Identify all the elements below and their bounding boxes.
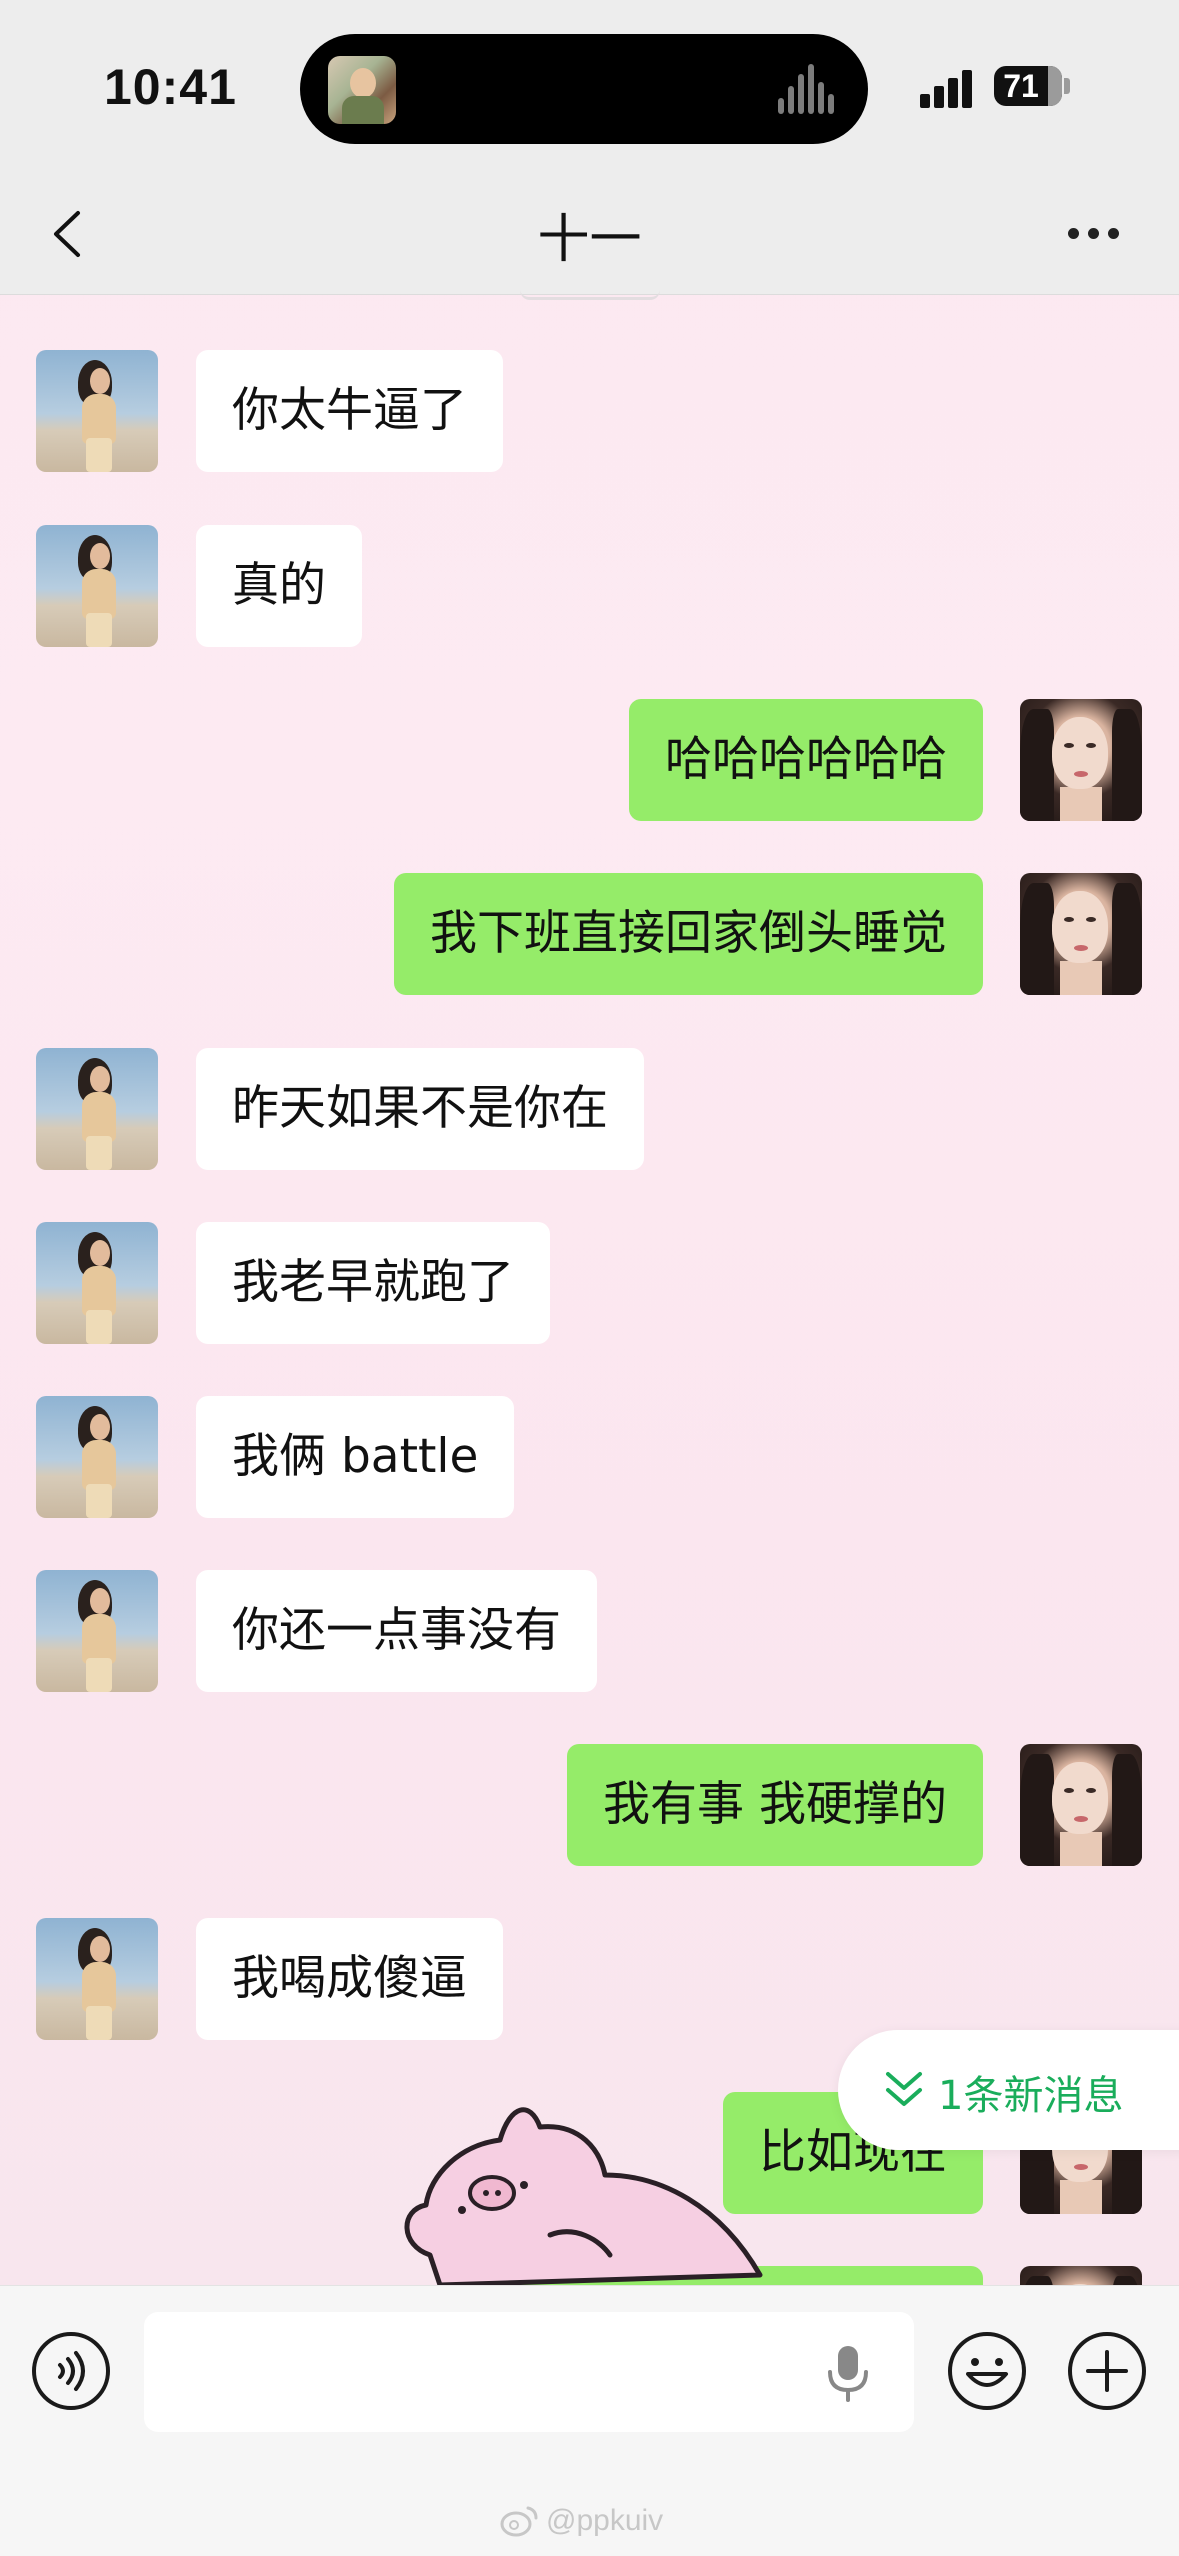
message-row: 我有事 我硬撑的: [0, 1744, 1179, 1868]
battery-icon: 71: [994, 66, 1062, 106]
emoji-icon[interactable]: [946, 2330, 1028, 2412]
received-message-bubble[interactable]: 昨天如果不是你在: [196, 1048, 644, 1170]
sent-message-bubble[interactable]: 我下班直接回家倒头睡觉: [394, 873, 983, 995]
battery-level: 71: [1003, 68, 1039, 104]
received-message-bubble[interactable]: 你太牛逼了: [196, 350, 503, 472]
cellular-signal-icon: [920, 68, 980, 108]
new-message-indicator[interactable]: 1条新消息: [838, 2030, 1179, 2150]
received-message-bubble[interactable]: 我俩 battle: [196, 1396, 515, 1518]
received-message-bubble[interactable]: 我喝成傻逼: [196, 1918, 503, 2040]
new-message-text: 1条新消息: [938, 2073, 1124, 2119]
message-input[interactable]: [144, 2312, 914, 2432]
message-row: 我俩 battle: [0, 1396, 1179, 1520]
contact-avatar[interactable]: [36, 1396, 158, 1518]
status-time: 10:41: [104, 59, 237, 115]
my-avatar[interactable]: [1020, 873, 1142, 995]
chat-input-bar: @ppkuiv: [0, 2285, 1179, 2556]
status-bar: 10:41 71: [0, 0, 1179, 175]
weibo-logo-icon: [500, 2506, 538, 2537]
message-list[interactable]: 你太牛逼了 真的 哈哈哈哈哈哈 我下班直接回家倒头睡觉 昨天如果不是你在 我老早…: [0, 295, 1179, 2285]
pig-sticker-image[interactable]: [400, 2095, 780, 2285]
my-avatar[interactable]: [1020, 699, 1142, 821]
received-message-bubble[interactable]: 你还一点事没有: [196, 1570, 597, 1692]
watermark-text: @ppkuiv: [546, 2504, 664, 2537]
received-message-bubble[interactable]: 真的: [196, 525, 362, 647]
my-avatar[interactable]: [1020, 1744, 1142, 1866]
contact-avatar[interactable]: [36, 350, 158, 472]
message-row: 你还一点事没有: [0, 1570, 1179, 1694]
chat-header: 十一: [0, 175, 1179, 295]
message-row: 我喝成傻逼: [0, 1918, 1179, 2042]
contact-avatar[interactable]: [36, 1918, 158, 2040]
message-row: 昨天如果不是你在: [0, 1048, 1179, 1172]
contact-avatar[interactable]: [36, 525, 158, 647]
message-row: 我下班直接回家倒头睡觉: [0, 873, 1179, 997]
message-row: 真的: [0, 525, 1179, 649]
contact-avatar[interactable]: [36, 1222, 158, 1344]
microphone-icon[interactable]: [820, 2342, 876, 2404]
double-chevron-down-icon: [886, 2072, 922, 2106]
battery-nub: [1064, 78, 1070, 94]
message-row: 你太牛逼了: [0, 350, 1179, 474]
my-avatar[interactable]: [1020, 2266, 1142, 2285]
now-playing-artwork[interactable]: [328, 56, 396, 124]
voice-input-icon[interactable]: [30, 2330, 112, 2412]
chat-title: 十一: [537, 210, 642, 270]
audio-wave-icon: [778, 64, 838, 114]
contact-avatar[interactable]: [36, 1570, 158, 1692]
message-row: 哈哈哈哈哈哈: [0, 699, 1179, 823]
received-message-bubble[interactable]: 我老早就跑了: [196, 1222, 550, 1344]
add-attachment-icon[interactable]: [1066, 2330, 1148, 2412]
sent-message-bubble[interactable]: 我有事 我硬撑的: [567, 1744, 983, 1866]
message-row: 我老早就跑了: [0, 1222, 1179, 1346]
more-options-icon[interactable]: [1064, 221, 1124, 245]
dynamic-island[interactable]: [300, 34, 868, 144]
contact-avatar[interactable]: [36, 1048, 158, 1170]
sent-message-bubble[interactable]: 哈哈哈哈哈哈: [629, 699, 983, 821]
